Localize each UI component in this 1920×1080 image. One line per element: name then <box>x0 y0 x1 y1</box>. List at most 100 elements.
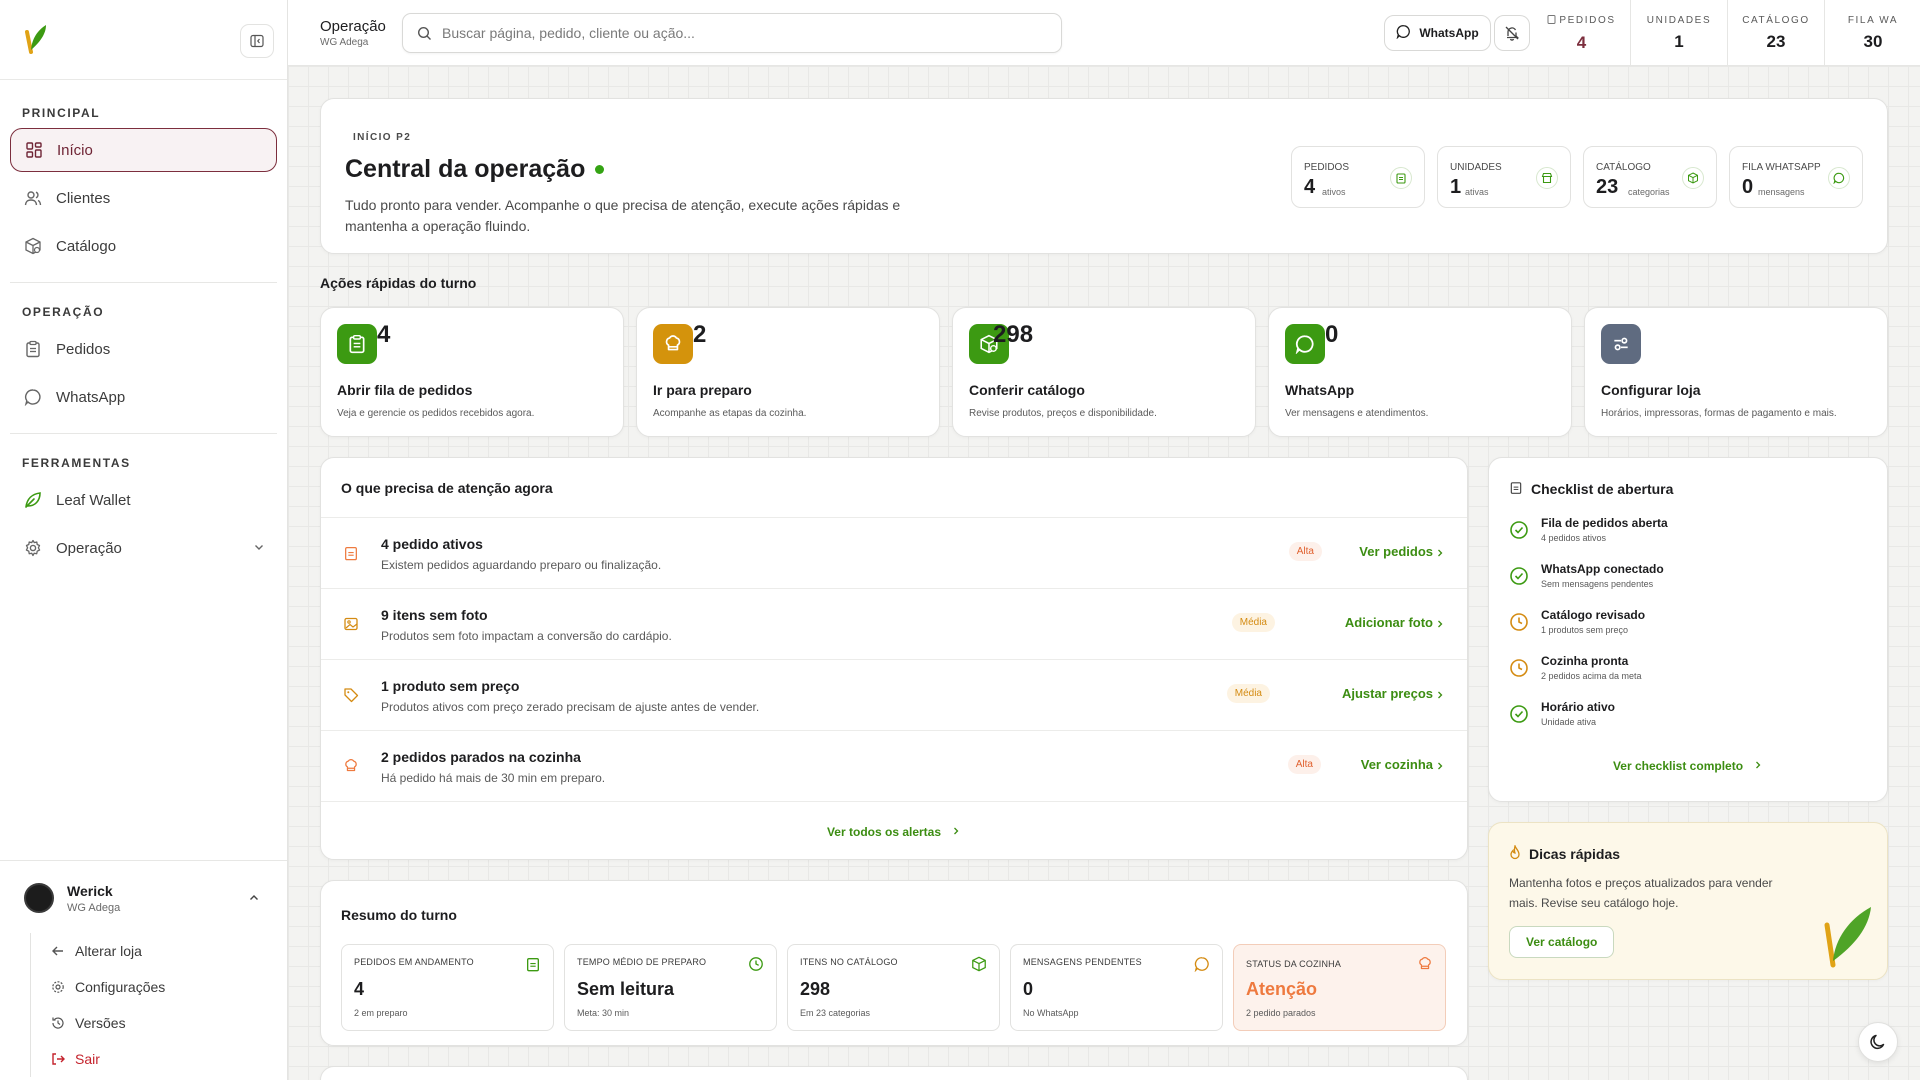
main-content: INÍCIO P2 Central da operação Tudo pront… <box>288 66 1920 1080</box>
chevron-up-icon[interactable] <box>248 891 260 909</box>
alert-row[interactable]: 9 itens sem foto Produtos sem foto impac… <box>321 589 1467 660</box>
collapse-sidebar-icon[interactable] <box>240 24 274 58</box>
sidebar-item-inicio[interactable]: Início <box>10 128 277 172</box>
quick-action-whatsapp[interactable]: 0 WhatsApp Ver mensagens e atendimentos. <box>1268 307 1572 437</box>
sidebar-item-catalogo[interactable]: Catálogo <box>10 224 277 268</box>
summary-item[interactable]: TEMPO MÉDIO DE PREPARO Sem leitura Meta:… <box>564 944 777 1031</box>
alert-action-link[interactable]: Ajustar preços <box>1342 686 1433 701</box>
summary-value: 0 <box>1023 979 1034 999</box>
logout-link[interactable]: Sair <box>51 1041 165 1077</box>
quick-action-preparo[interactable]: 2 Ir para preparo Acompanhe as etapas da… <box>636 307 940 437</box>
tips-title: Dicas rápidas <box>1509 843 1620 863</box>
view-catalog-button[interactable]: Ver catálogo <box>1509 926 1615 958</box>
user-name: Werick <box>67 883 113 899</box>
sidebar-item-whatsapp[interactable]: WhatsApp <box>10 375 277 419</box>
search-icon <box>417 26 432 41</box>
sidebar-item-pedidos[interactable]: Pedidos <box>10 327 277 371</box>
sidebar-item-label: Pedidos <box>56 340 111 358</box>
avatar[interactable] <box>24 883 54 913</box>
summary-value: 4 <box>354 979 365 999</box>
header-stat-catalogo[interactable]: CATÁLOGO 23 <box>1727 0 1824 66</box>
alert-action-link[interactable]: Ver cozinha <box>1361 757 1433 772</box>
quick-action-title: WhatsApp <box>1285 382 1355 398</box>
brand-logo[interactable] <box>24 22 50 56</box>
header-stat-unidades[interactable]: UNIDADES 1 <box>1630 0 1727 66</box>
notifications-off-icon[interactable] <box>1494 15 1530 51</box>
chat-icon <box>1828 167 1850 189</box>
versions-label: Versões <box>75 1015 126 1031</box>
quick-action-desc: Veja e gerencie os pedidos recebidos ago… <box>337 408 535 419</box>
stat-value: 4 <box>1304 176 1316 198</box>
checklist-card: Checklist de abertura Fila de pedidos ab… <box>1488 457 1888 802</box>
chevron-right-icon[interactable] <box>1435 616 1445 634</box>
summary-label: STATUS DA COZINHA <box>1246 959 1342 969</box>
all-alerts-link[interactable]: Ver todos os alertas <box>321 804 1467 859</box>
grid-icon <box>23 139 45 161</box>
sidebar-item-clientes[interactable]: Clientes <box>10 176 277 220</box>
package-icon <box>22 235 44 257</box>
user-store: WG Adega <box>67 902 121 914</box>
hero-eyebrow: INÍCIO P2 <box>353 132 412 143</box>
alert-desc: Existem pedidos aguardando preparo ou fi… <box>381 558 662 572</box>
whatsapp-button[interactable]: WhatsApp <box>1384 15 1491 51</box>
sidebar-item-label: Operação <box>56 539 122 557</box>
tips-description: Mantenha fotos e preços atualizados para… <box>1509 876 1773 910</box>
sidebar-divider <box>10 282 277 283</box>
alert-action-link[interactable]: Ver pedidos <box>1359 544 1433 559</box>
hero-stat-pedidos[interactable]: PEDIDOS 4 ativos <box>1291 146 1425 208</box>
alert-row[interactable]: 2 pedidos parados na cozinha Há pedido h… <box>321 731 1467 802</box>
quick-action-catalogo[interactable]: 298 Conferir catálogo Revise produtos, p… <box>952 307 1256 437</box>
change-store-link[interactable]: Alterar loja <box>51 933 165 969</box>
alert-action-link[interactable]: Adicionar foto <box>1345 615 1433 630</box>
quick-action-title: Ir para preparo <box>653 382 752 398</box>
summary-value: Sem leitura <box>577 979 675 999</box>
summary-item-kitchen-status[interactable]: STATUS DA COZINHA Atenção 2 pedido parad… <box>1233 944 1446 1031</box>
summary-item[interactable]: PEDIDOS EM ANDAMENTO 4 2 em preparo <box>341 944 554 1031</box>
chef-hat-icon <box>343 758 361 776</box>
moon-icon[interactable] <box>1858 1022 1898 1062</box>
check-circle-icon <box>1510 567 1528 585</box>
full-checklist-link[interactable]: Ver checklist completo <box>1489 759 1887 773</box>
chevron-right-icon[interactable] <box>1435 545 1445 563</box>
hero-title: Central da operação <box>345 155 605 184</box>
summary-label: PEDIDOS EM ANDAMENTO <box>354 957 474 967</box>
header-stat-pedidos[interactable]: PEDIDOS 4 <box>1533 0 1630 66</box>
alert-row[interactable]: 4 pedido ativos Existem pedidos aguardan… <box>321 518 1467 589</box>
stat-value: 1 <box>1674 31 1684 51</box>
settings-label: Configurações <box>75 979 166 995</box>
search-input[interactable]: Buscar página, pedido, cliente ou ação..… <box>402 13 1062 53</box>
quick-action-desc: Revise produtos, preços e disponibilidad… <box>969 408 1157 419</box>
settings-link[interactable]: Configurações <box>51 969 165 1005</box>
alert-desc: Há pedido há mais de 30 min em preparo. <box>381 771 606 785</box>
chat-icon <box>1285 324 1325 364</box>
sidebar-item-leaf-wallet[interactable]: Leaf Wallet <box>10 478 277 522</box>
chevron-right-icon[interactable] <box>1435 687 1445 705</box>
hero-stat-catalogo[interactable]: CATÁLOGO 23 categorias <box>1583 146 1717 208</box>
header-stat-fila-wa[interactable]: FILA WA 30 <box>1824 0 1920 66</box>
summary-item[interactable]: ITENS NO CATÁLOGO 298 Em 23 categorias <box>787 944 1000 1031</box>
alert-desc: Produtos sem foto impactam a conversão d… <box>381 629 672 643</box>
clock-icon <box>1510 613 1528 631</box>
versions-link[interactable]: Versões <box>51 1005 165 1041</box>
hero-stat-fila-whatsapp[interactable]: FILA WHATSAPP 0 mensagens <box>1729 146 1863 208</box>
user-panel: Werick WG Adega Alterar loja Configuraçõ… <box>0 860 287 1080</box>
stat-value: 1 <box>1450 176 1462 198</box>
sidebar-header <box>0 0 287 80</box>
hero-stat-unidades[interactable]: UNIDADES 1 ativas <box>1437 146 1571 208</box>
change-store-label: Alterar loja <box>75 943 142 959</box>
sidebar-item-operacao[interactable]: Operação <box>10 526 277 570</box>
chevron-right-icon[interactable] <box>1435 758 1445 776</box>
quick-action-configurar-loja[interactable]: Configurar loja Horários, impressoras, f… <box>1584 307 1888 437</box>
summary-item[interactable]: MENSAGENS PENDENTES 0 No WhatsApp <box>1010 944 1223 1031</box>
arrow-left-icon <box>51 944 67 958</box>
chat-icon <box>1194 957 1209 972</box>
stat-value: 30 <box>1863 31 1883 51</box>
quick-action-pedidos[interactable]: 4 Abrir fila de pedidos Veja e gerencie … <box>320 307 624 437</box>
stat-label: PEDIDOS <box>1559 14 1616 26</box>
checklist-item-title: Fila de pedidos aberta <box>1541 516 1668 530</box>
alert-row[interactable]: 1 produto sem preço Produtos ativos com … <box>321 660 1467 731</box>
hero-description: Tudo pronto para vender. Acompanhe o que… <box>345 197 901 234</box>
chevron-down-icon[interactable] <box>253 540 265 557</box>
sidebar-item-label: Catálogo <box>56 237 117 255</box>
shift-summary-card: Resumo do turno PEDIDOS EM ANDAMENTO 4 2… <box>320 880 1468 1046</box>
